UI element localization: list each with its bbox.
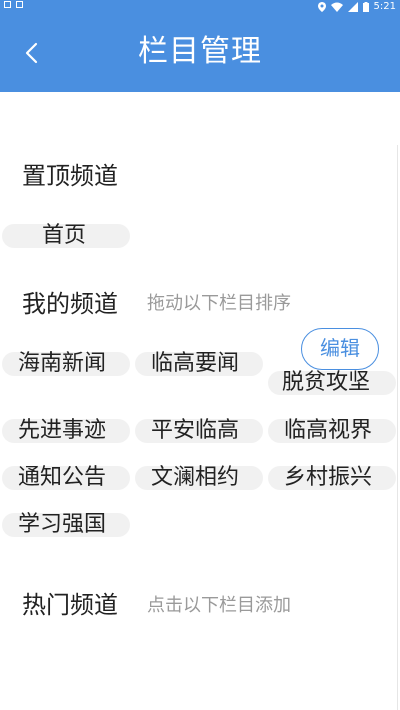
chip-label: 先进事迹 — [18, 418, 107, 443]
signal-icon — [347, 2, 358, 12]
edit-button[interactable]: 编辑 — [301, 328, 379, 370]
chip-label: 乡村振兴 — [284, 465, 373, 490]
location-icon — [317, 2, 326, 12]
hot-channels-hint: 点击以下栏目添加 — [147, 595, 291, 616]
status-time: 5:21 — [373, 1, 396, 12]
chip-label: 学习强国 — [18, 512, 107, 537]
my-channels-title: 我的频道 — [22, 290, 118, 318]
channel-chip[interactable]: 先进事迹 — [2, 419, 130, 443]
pinned-channel-chip[interactable]: 首页 — [2, 224, 130, 248]
chip-label: 脱贫攻坚 — [282, 370, 371, 395]
chip-label: 平安临高 — [151, 418, 240, 443]
chip-label: 文澜相约 — [151, 465, 240, 490]
chip-label: 通知公告 — [18, 465, 107, 490]
battery-icon — [362, 2, 369, 12]
chip-label: 海南新闻 — [18, 351, 107, 376]
notification-icon-2 — [16, 1, 23, 8]
wifi-icon — [330, 2, 343, 12]
channel-chip[interactable]: 临高视界 — [268, 419, 396, 443]
chip-label: 临高视界 — [284, 418, 373, 443]
pinned-section-title: 置顶频道 — [22, 162, 118, 190]
channel-chip[interactable]: 乡村振兴 — [268, 466, 396, 490]
notification-icon — [4, 1, 11, 8]
channel-chip[interactable]: 通知公告 — [2, 466, 130, 490]
right-edge-divider — [397, 145, 398, 710]
my-channels-hint: 拖动以下栏目排序 — [147, 293, 291, 314]
hot-channels-title: 热门频道 — [22, 591, 118, 619]
channel-chip[interactable]: 学习强国 — [2, 513, 130, 537]
chip-label: 临高要闻 — [151, 351, 240, 376]
channel-chip[interactable]: 脱贫攻坚 — [268, 371, 396, 395]
app-bar: 栏目管理 — [0, 14, 400, 92]
notification-icons — [4, 1, 23, 8]
chip-label: 首页 — [42, 223, 87, 248]
channel-chip[interactable]: 文澜相约 — [135, 466, 263, 490]
channel-chip[interactable]: 平安临高 — [135, 419, 263, 443]
status-bar: 5:21 — [0, 0, 400, 14]
channel-chip[interactable]: 海南新闻 — [2, 352, 130, 376]
page-title: 栏目管理 — [138, 34, 262, 69]
channel-chip[interactable]: 临高要闻 — [135, 352, 263, 376]
